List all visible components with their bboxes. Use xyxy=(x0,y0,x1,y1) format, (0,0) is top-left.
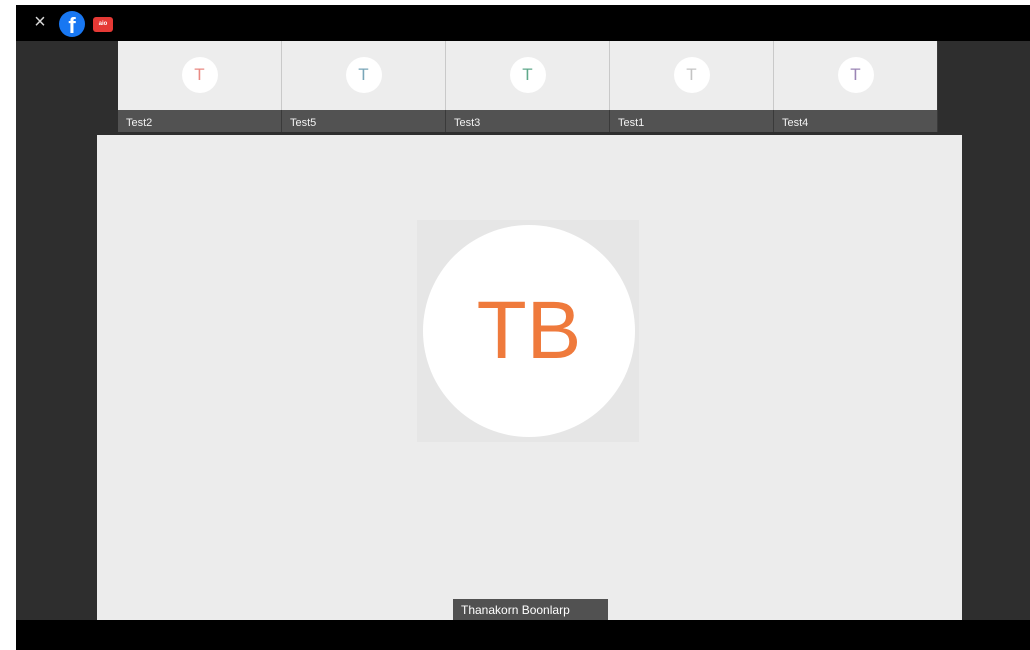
tile-video: T xyxy=(446,41,609,110)
participant-tile[interactable]: T Test3 xyxy=(446,41,609,132)
active-speaker-view: TB xyxy=(97,135,962,620)
participant-name: Test1 xyxy=(610,110,773,132)
participant-tile[interactable]: T Test2 xyxy=(118,41,281,132)
participant-name: Test5 xyxy=(282,110,445,132)
participant-tile[interactable]: T Test4 xyxy=(774,41,937,132)
participant-tile[interactable]: T Test1 xyxy=(610,41,773,132)
participant-strip: T Test2 T Test5 T Test3 T Test1 T Test4 xyxy=(118,41,938,132)
participant-avatar: T xyxy=(673,57,710,93)
tile-video: T xyxy=(282,41,445,110)
participant-name: Test3 xyxy=(446,110,609,132)
participant-name: Test2 xyxy=(118,110,281,132)
facebook-glyph: f xyxy=(68,13,76,38)
participant-name: Test4 xyxy=(774,110,937,132)
active-speaker-avatar: TB xyxy=(423,225,635,437)
tile-video: T xyxy=(610,41,773,110)
tile-video: T xyxy=(774,41,937,110)
close-icon[interactable]: × xyxy=(30,12,50,32)
tile-video: T xyxy=(118,41,281,110)
participant-avatar: T xyxy=(509,57,546,93)
participant-tile[interactable]: T Test5 xyxy=(282,41,445,132)
participant-avatar: T xyxy=(181,57,218,93)
bottom-bar xyxy=(16,620,1030,650)
meeting-window: × f aio T Test2 T Test5 T Test3 T Test1 … xyxy=(16,5,1030,650)
top-bar: × f aio xyxy=(16,5,1030,41)
participant-avatar: T xyxy=(837,57,874,93)
active-speaker-name: Thanakorn Boonlarp xyxy=(453,599,608,620)
facebook-icon[interactable]: f xyxy=(59,11,85,38)
app-badge-icon[interactable]: aio xyxy=(93,17,113,32)
participant-avatar: T xyxy=(345,57,382,93)
